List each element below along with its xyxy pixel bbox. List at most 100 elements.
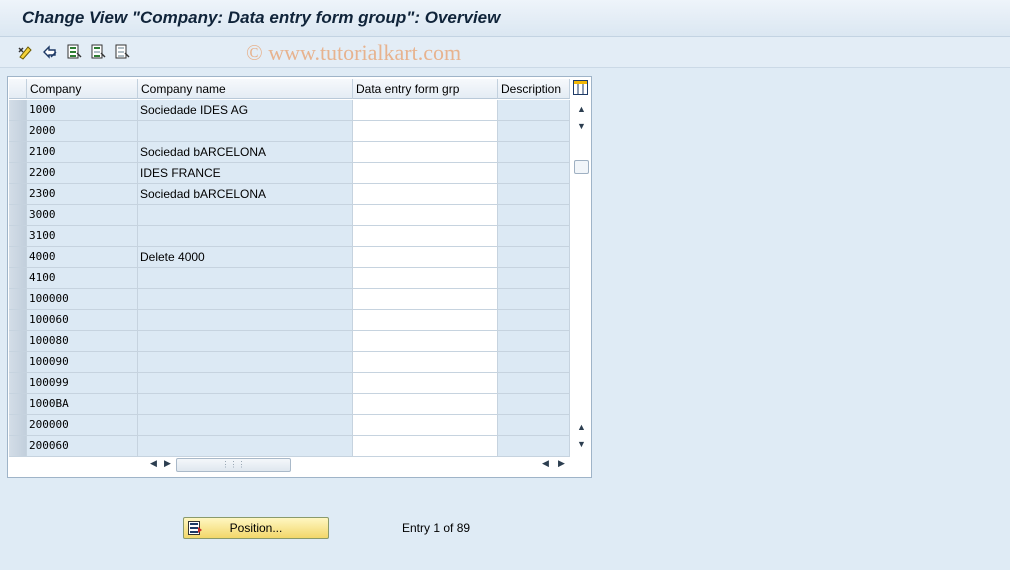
row-selector[interactable]: [9, 289, 27, 310]
description-cell: [498, 268, 570, 289]
company-code-cell: 100090: [27, 352, 138, 373]
company-name-cell: [138, 289, 353, 310]
vertical-scrollbar[interactable]: ▲ ▼ ▲ ▼: [573, 100, 590, 452]
description-cell: [498, 184, 570, 205]
row-selector[interactable]: [9, 268, 27, 289]
row-selector[interactable]: [9, 121, 27, 142]
position-icon: [188, 521, 203, 535]
position-button[interactable]: Position...: [183, 517, 329, 539]
row-selector[interactable]: [9, 163, 27, 184]
table-row: 200000: [9, 415, 570, 436]
data-entry-form-grp-input[interactable]: [353, 121, 498, 142]
company-name-cell: Sociedad bARCELONA: [138, 184, 353, 205]
data-entry-form-grp-input[interactable]: [353, 394, 498, 415]
entry-counter: Entry 1 of 89: [402, 521, 471, 535]
company-name-cell: [138, 310, 353, 331]
table-row: 2200 IDES FRANCE: [9, 163, 570, 184]
company-code-cell: 100000: [27, 289, 138, 310]
company-code-cell: 2200: [27, 163, 138, 184]
data-entry-form-grp-input[interactable]: [353, 142, 498, 163]
vertical-scroll-thumb[interactable]: [574, 160, 589, 174]
select-all-rows-button[interactable]: [9, 79, 27, 99]
data-entry-form-grp-input[interactable]: [353, 247, 498, 268]
data-entry-form-grp-input[interactable]: [353, 373, 498, 394]
data-entry-form-grp-input[interactable]: [353, 289, 498, 310]
table-body: 1000 Sociedade IDES AG 2000 2100 Sociedad …: [9, 100, 570, 457]
row-selector[interactable]: [9, 142, 27, 163]
column-header-company[interactable]: Company: [27, 79, 138, 99]
company-code-cell: 3000: [27, 205, 138, 226]
row-selector[interactable]: [9, 100, 27, 121]
scroll-up-icon[interactable]: ▲: [577, 104, 586, 114]
company-name-cell: [138, 205, 353, 226]
table-row: 100080: [9, 331, 570, 352]
row-selector[interactable]: [9, 226, 27, 247]
company-name-cell: [138, 331, 353, 352]
undo-icon[interactable]: [41, 43, 59, 61]
description-cell: [498, 100, 570, 121]
scroll-right-icon[interactable]: ▶: [164, 458, 171, 469]
row-selector[interactable]: [9, 394, 27, 415]
display-change-icon[interactable]: [17, 43, 35, 61]
column-header-data-entry-form-grp[interactable]: Data entry form grp: [353, 79, 498, 99]
position-button-label: Position...: [229, 521, 283, 535]
data-entry-form-grp-input[interactable]: [353, 184, 498, 205]
deselect-all-icon[interactable]: [113, 43, 131, 61]
company-name-cell: [138, 436, 353, 457]
data-entry-form-grp-input[interactable]: [353, 436, 498, 457]
company-name-cell: IDES FRANCE: [138, 163, 353, 184]
data-entry-form-grp-input[interactable]: [353, 226, 498, 247]
description-cell: [498, 226, 570, 247]
company-code-cell: 2000: [27, 121, 138, 142]
data-entry-form-grp-input[interactable]: [353, 268, 498, 289]
row-selector[interactable]: [9, 184, 27, 205]
application-toolbar: [0, 37, 1010, 68]
data-entry-form-grp-input[interactable]: [353, 331, 498, 352]
scroll-page-up-icon[interactable]: ▲: [577, 422, 586, 432]
row-selector[interactable]: [9, 373, 27, 394]
company-code-cell: 1000BA: [27, 394, 138, 415]
scroll-page-down-icon[interactable]: ▼: [577, 439, 586, 449]
table-row: 100000: [9, 289, 570, 310]
table-row: 200060: [9, 436, 570, 457]
company-name-cell: [138, 352, 353, 373]
company-code-cell: 200060: [27, 436, 138, 457]
row-selector[interactable]: [9, 331, 27, 352]
scroll-left-icon[interactable]: ◀: [150, 458, 157, 469]
scroll-far-left-icon[interactable]: ◀: [542, 458, 549, 469]
select-block-icon[interactable]: [89, 43, 107, 61]
data-entry-form-grp-input[interactable]: [353, 352, 498, 373]
table-settings-icon[interactable]: [573, 80, 588, 95]
data-entry-form-grp-input[interactable]: [353, 163, 498, 184]
row-selector[interactable]: [9, 415, 27, 436]
description-cell: [498, 373, 570, 394]
company-name-cell: [138, 226, 353, 247]
horizontal-scrollbar[interactable]: ◀ ▶ ⋮⋮⋮ ◀ ▶: [144, 457, 574, 472]
select-all-icon[interactable]: [65, 43, 83, 61]
table-row: 1000 Sociedade IDES AG: [9, 100, 570, 121]
horizontal-scroll-thumb[interactable]: ⋮⋮⋮: [176, 458, 291, 472]
description-cell: [498, 289, 570, 310]
data-entry-form-grp-input[interactable]: [353, 310, 498, 331]
row-selector[interactable]: [9, 205, 27, 226]
description-cell: [498, 415, 570, 436]
company-name-cell: [138, 121, 353, 142]
column-header-description[interactable]: Description: [498, 79, 570, 99]
table-row: 2100 Sociedad bARCELONA: [9, 142, 570, 163]
company-name-cell: Sociedad bARCELONA: [138, 142, 353, 163]
row-selector[interactable]: [9, 436, 27, 457]
data-entry-form-grp-input[interactable]: [353, 100, 498, 121]
scroll-down-icon[interactable]: ▼: [577, 121, 586, 131]
row-selector[interactable]: [9, 247, 27, 268]
company-code-cell: 4000: [27, 247, 138, 268]
column-header-company-name[interactable]: Company name: [138, 79, 353, 99]
company-code-cell: 100099: [27, 373, 138, 394]
scroll-far-right-icon[interactable]: ▶: [558, 458, 565, 469]
data-entry-form-grp-input[interactable]: [353, 415, 498, 436]
data-entry-form-grp-input[interactable]: [353, 205, 498, 226]
row-selector[interactable]: [9, 352, 27, 373]
description-cell: [498, 436, 570, 457]
row-selector[interactable]: [9, 310, 27, 331]
table-row: 4100: [9, 268, 570, 289]
description-cell: [498, 121, 570, 142]
